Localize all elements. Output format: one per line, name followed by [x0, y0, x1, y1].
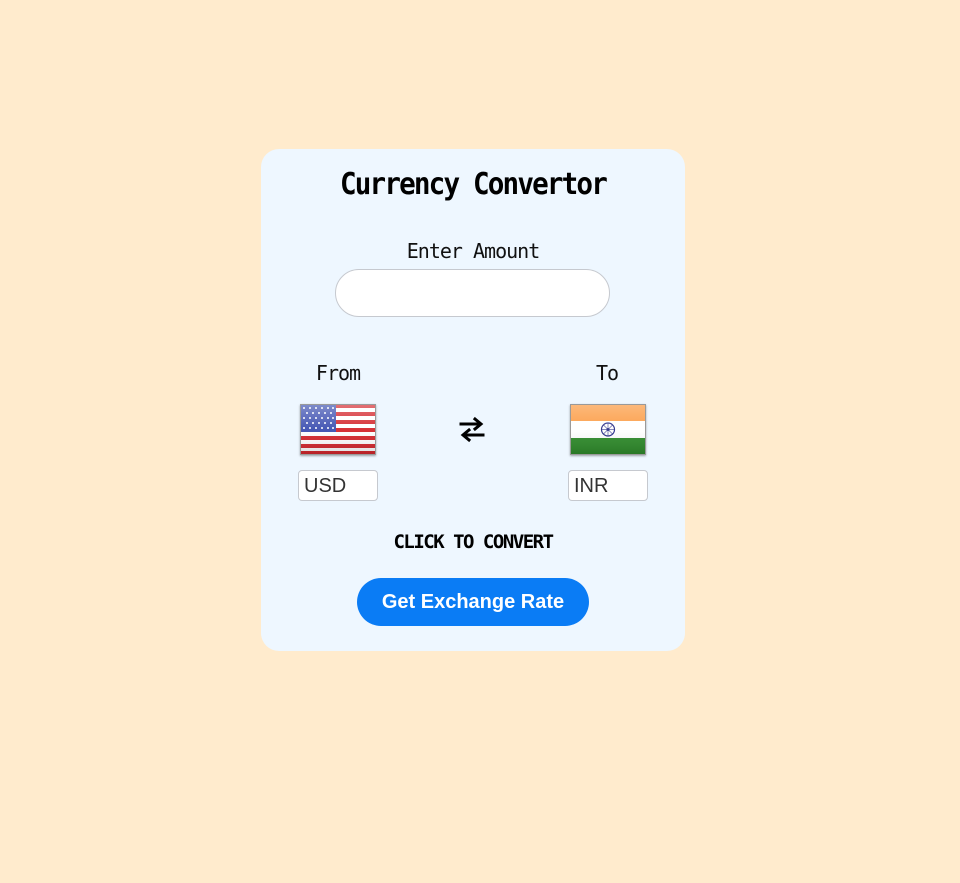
swap-arrows-icon[interactable]	[458, 415, 486, 443]
convert-hint: CLICK TO CONVERT	[393, 531, 554, 553]
from-currency-select[interactable]: USD	[298, 470, 378, 501]
india-flag-icon	[570, 404, 646, 455]
from-label: From	[315, 361, 361, 385]
get-exchange-rate-button[interactable]: Get Exchange Rate	[357, 578, 589, 626]
us-flag-icon	[300, 404, 376, 455]
page-title: Currency Convertor	[340, 167, 608, 202]
converter-card: Currency Convertor Enter Amount From To	[261, 149, 685, 651]
to-label: To	[595, 361, 619, 385]
to-currency-select[interactable]: INR	[568, 470, 648, 501]
amount-label: Enter Amount	[406, 239, 541, 263]
amount-input[interactable]	[335, 269, 610, 317]
